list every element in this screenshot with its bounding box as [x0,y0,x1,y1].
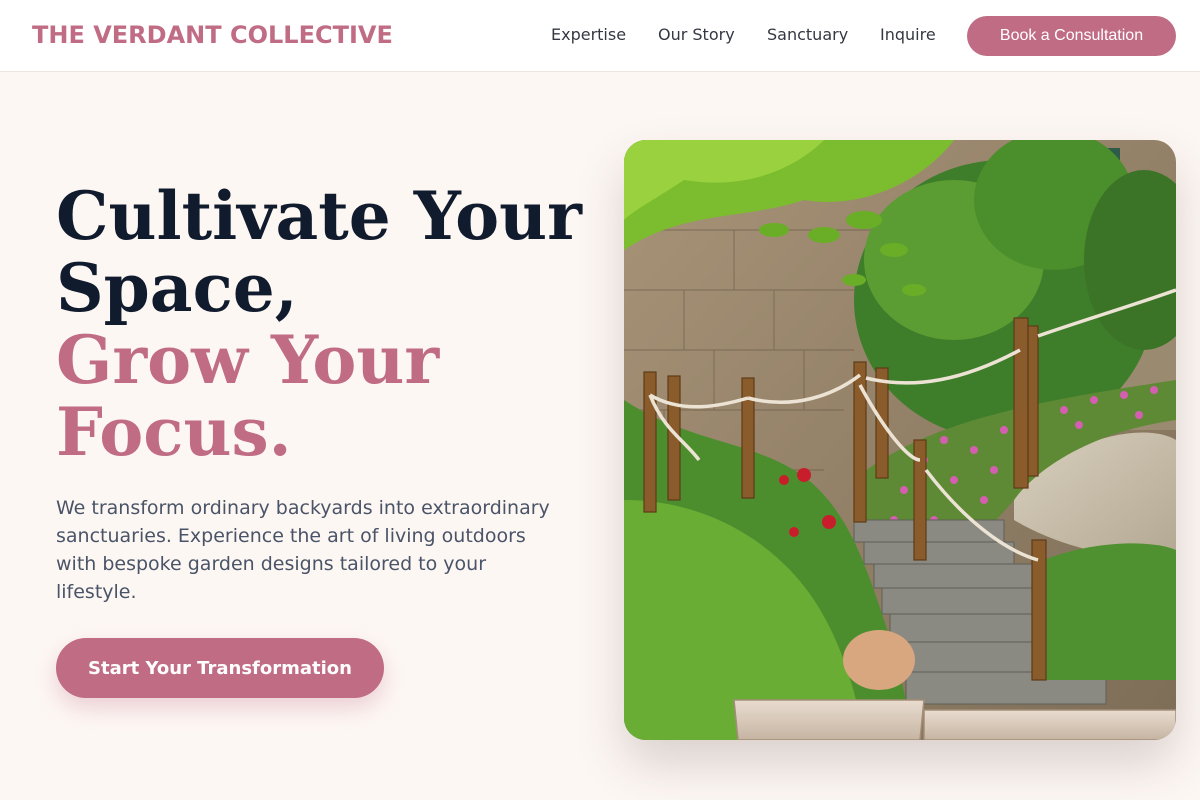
hero-title-accent-line-1: Grow Your [56,321,440,399]
garden-hero-image [624,140,1176,740]
nav-link-inquire[interactable]: Inquire [880,25,936,45]
book-consultation-button[interactable]: Book a Consultation [967,16,1176,56]
hero-title: Cultivate Your Space, Grow Your Focus. [56,180,596,468]
hero-title-accent-line-2: Focus. [56,393,292,471]
top-navigation: THE VERDANT COLLECTIVE Expertise Our Sto… [0,0,1200,72]
nav-link-expertise[interactable]: Expertise [551,25,626,45]
hero-description: We transform ordinary backyards into ext… [56,497,550,603]
start-transformation-button[interactable]: Start Your Transformation [56,638,384,698]
nav-link-our-story[interactable]: Our Story [658,25,735,45]
hero-title-line-2: Space, [56,249,298,327]
hero-title-line-1: Cultivate Your [56,177,582,255]
nav-link-sanctuary[interactable]: Sanctuary [767,25,848,45]
brand-logo[interactable]: THE VERDANT COLLECTIVE [32,20,393,50]
